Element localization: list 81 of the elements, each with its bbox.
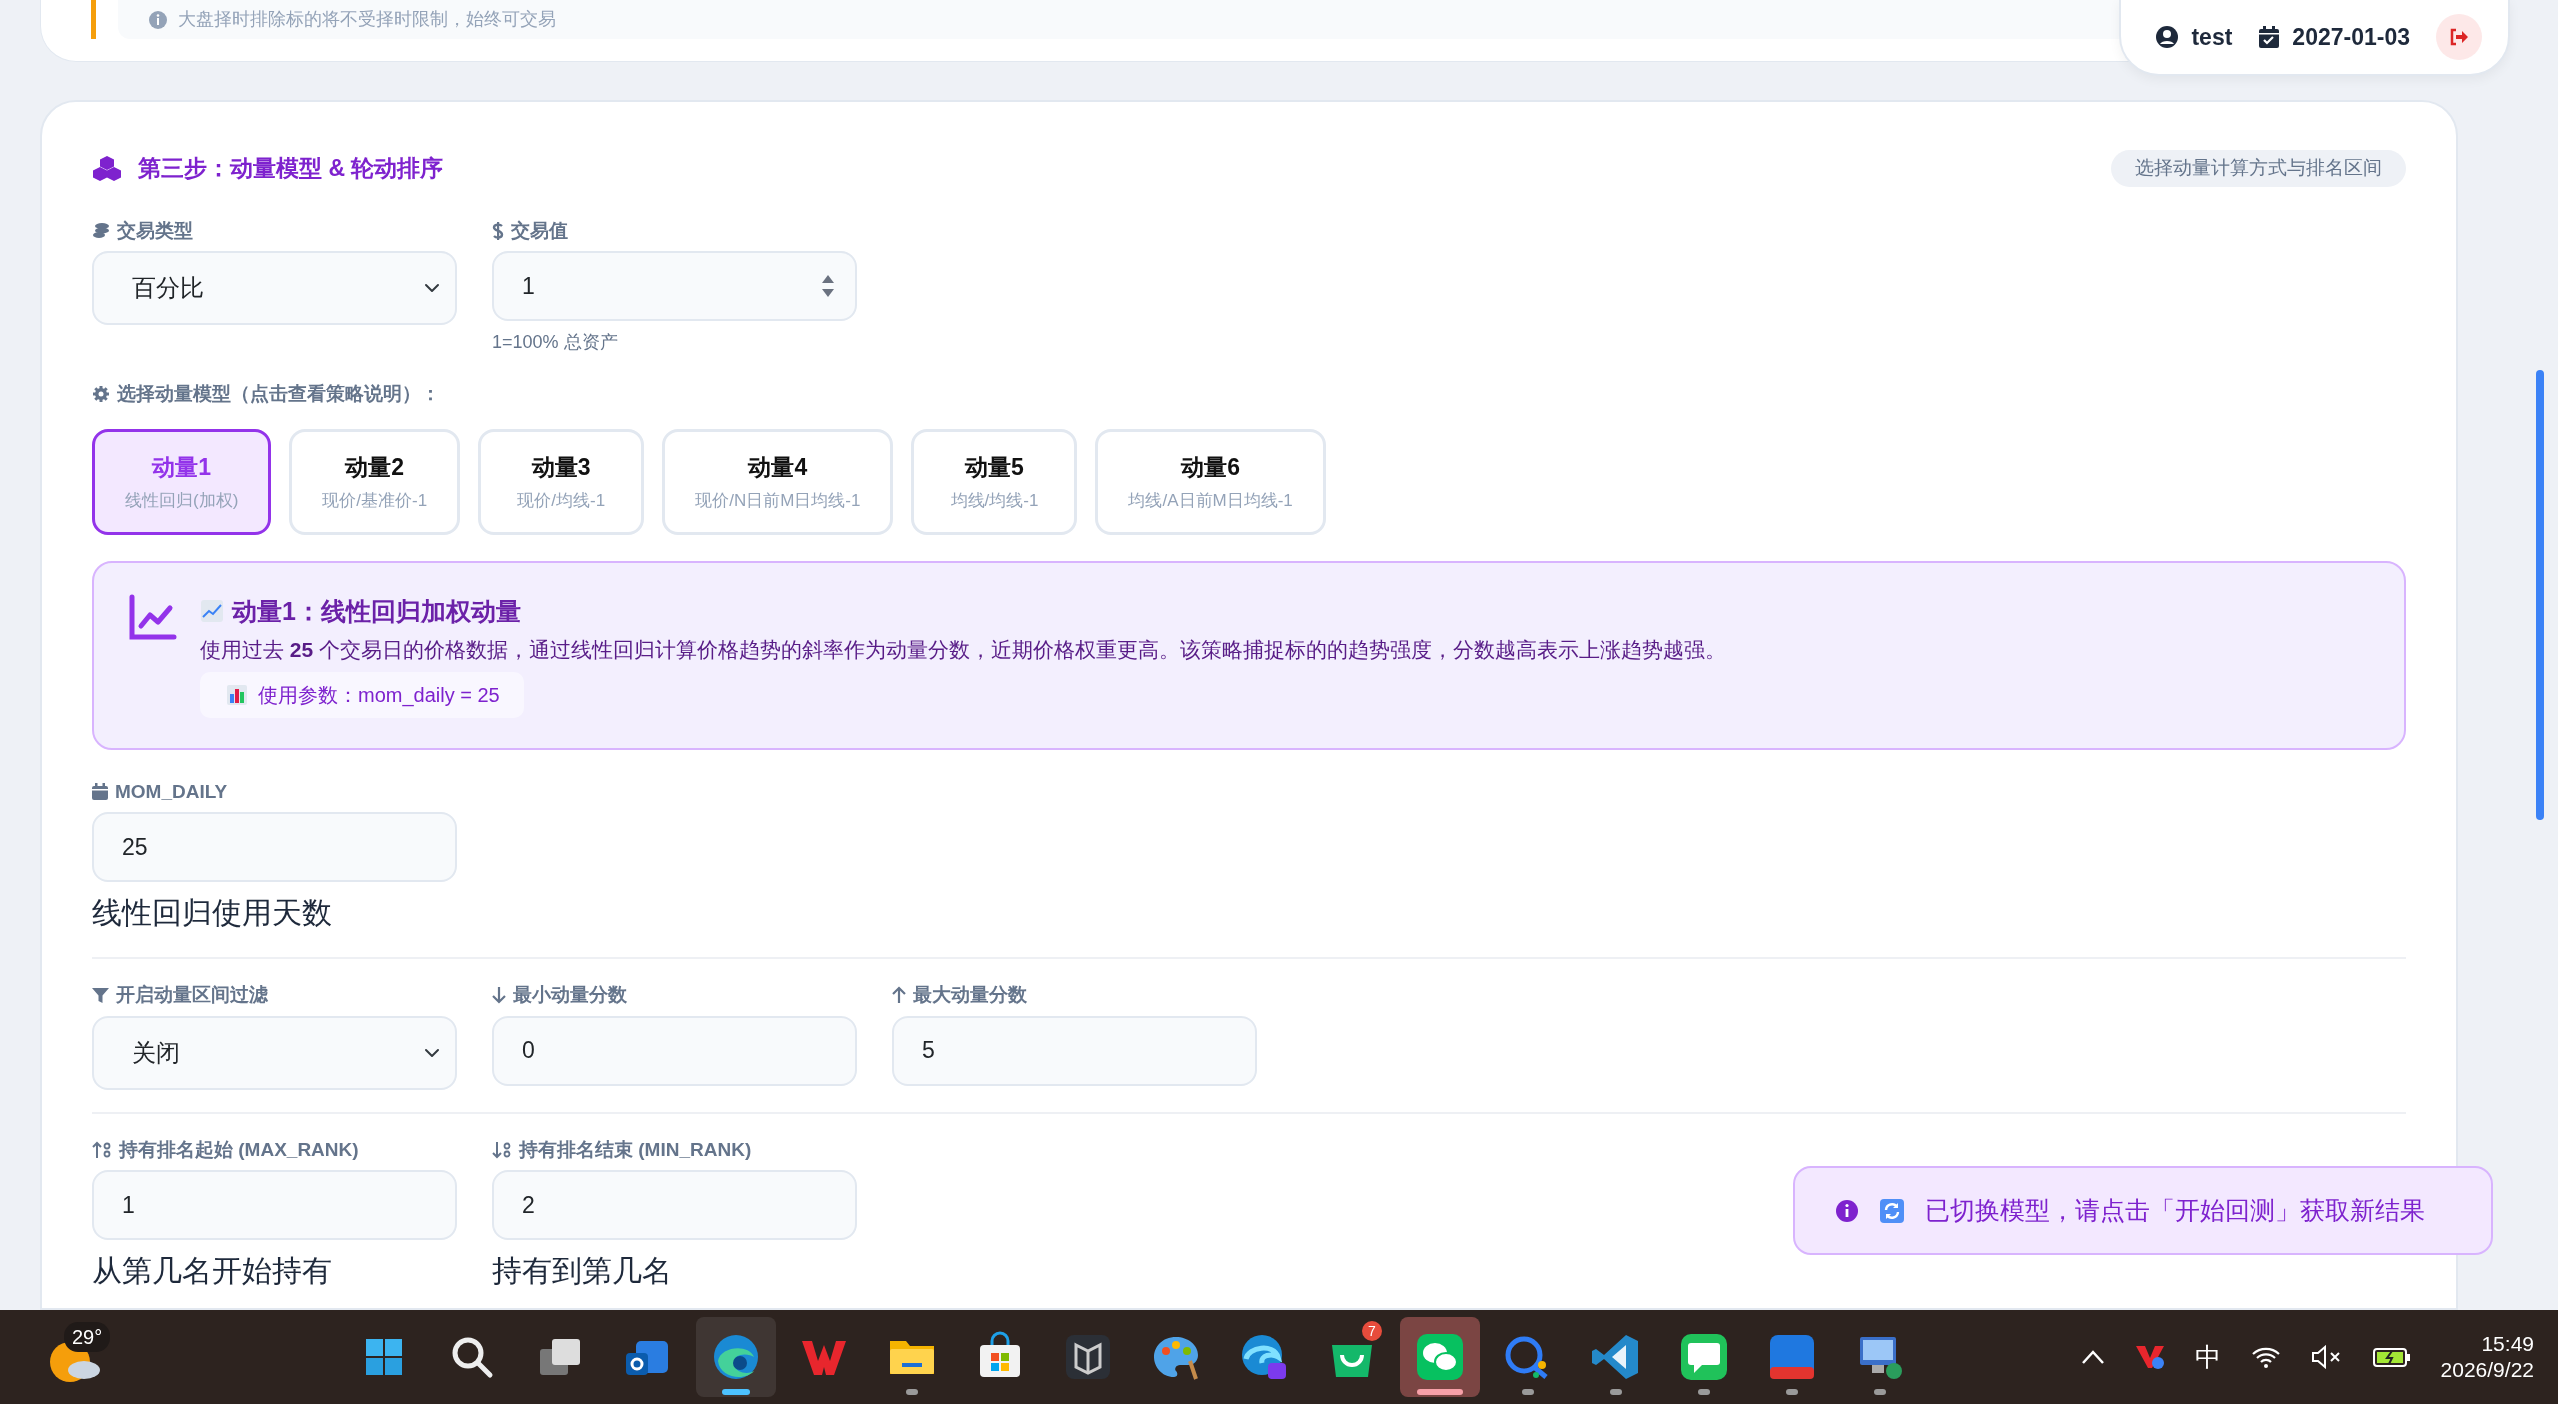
- temperature: 29°: [64, 1322, 111, 1352]
- help-text: 线性回归使用天数: [92, 895, 333, 931]
- sort-up-icon: [92, 1140, 112, 1159]
- chevron-up-icon[interactable]: [2080, 1349, 2105, 1365]
- model-button[interactable]: 动量4 现价/N日前M日均线-1: [662, 428, 894, 535]
- app-indicator: [1874, 1389, 1886, 1395]
- param-text: 使用参数：mom_daily = 25: [258, 682, 500, 709]
- input-field[interactable]: 25: [92, 812, 457, 882]
- wifi-icon[interactable]: [2250, 1345, 2281, 1369]
- field-label: 开启动量区间过滤: [116, 983, 268, 1007]
- app-indicator: [1522, 1389, 1534, 1395]
- current-date: 2027-01-03: [2292, 22, 2410, 52]
- input-method-indicator[interactable]: 中: [2194, 1337, 2221, 1377]
- logout-button[interactable]: [2436, 14, 2482, 60]
- scrollbar-thumb[interactable]: [2536, 370, 2544, 820]
- dollar-icon: [492, 220, 504, 241]
- logout-icon: [2449, 28, 2469, 46]
- input-field[interactable]: 0: [492, 1015, 857, 1086]
- field-label: 交易类型: [117, 218, 193, 243]
- toast-message: 已切换模型，请点击「开始回测」获取新结果: [1925, 1194, 2425, 1226]
- spinner-icon[interactable]: [821, 273, 835, 299]
- refresh-icon: [1879, 1197, 1905, 1224]
- app-indicator: [722, 1389, 750, 1395]
- notice-text: 大盘择时排除标的将不受择时限制，始终可交易: [178, 8, 556, 31]
- chat-app-icon[interactable]: [1414, 1331, 1466, 1383]
- section-title: 第三步：动量模型 & 轮动排序: [138, 154, 444, 183]
- model-title: 动量1：线性回归加权动量: [232, 595, 521, 627]
- select-field[interactable]: 关闭: [92, 1015, 457, 1090]
- app-indicator: [1417, 1389, 1463, 1395]
- notification-badge: 7: [1362, 1321, 1382, 1341]
- calendar-icon: [92, 783, 108, 801]
- field-label: MOM_DAILY: [115, 779, 228, 804]
- line-chart-icon: [128, 592, 178, 643]
- model-button[interactable]: 动量6 均线/A日前M日均线-1: [1095, 428, 1326, 535]
- app-indicator: [906, 1389, 918, 1395]
- taskbar-button[interactable]: [1400, 1317, 1480, 1397]
- input-field[interactable]: 2: [492, 1170, 857, 1240]
- taskbar-button[interactable]: 7: [1312, 1317, 1392, 1397]
- model-button[interactable]: 动量3 现价/均线-1: [478, 428, 645, 535]
- number-field[interactable]: 1: [492, 251, 857, 321]
- help-text: 从第几名开始持有: [92, 1253, 333, 1289]
- help-text: 1=100% 总资产: [492, 331, 619, 354]
- field-label: 最小动量分数: [513, 983, 627, 1007]
- clock[interactable]: 15:49 2026/9/22: [2440, 1330, 2534, 1384]
- model-description: 使用过去 25 个交易日的价格数据，通过线性回归计算价格趋势的斜率作为动量分数，近期价格权重更高。该策略捕捉标的的趋势强度，分数越高表示上涨趋势越强。: [200, 637, 1727, 663]
- help-text: 持有到第几名: [492, 1253, 673, 1289]
- arrow-up-icon: [892, 986, 906, 1005]
- info-icon: [1835, 1198, 1859, 1223]
- accent-bar: [91, 0, 96, 39]
- gear-icon: [92, 385, 110, 404]
- cubes-icon: [92, 155, 122, 182]
- app-indicator: [1610, 1389, 1622, 1395]
- model-button[interactable]: 动量2 现价/基准价-1: [289, 428, 461, 535]
- user-name: test: [2191, 22, 2233, 52]
- calendar-icon: [2258, 25, 2281, 49]
- select-field[interactable]: 百分比: [92, 251, 457, 325]
- field-label: 持有排名起始 (MAX_RANK): [119, 1137, 359, 1162]
- user-icon: [2155, 25, 2180, 49]
- coins-icon: [92, 221, 110, 240]
- app-indicator: [1698, 1389, 1710, 1395]
- message-app-icon[interactable]: [1678, 1331, 1730, 1383]
- field-label: 选择动量模型（点击查看策略说明）：: [117, 382, 440, 406]
- bar-chart-icon: [226, 683, 248, 706]
- tray-app-icon[interactable]: [2134, 1344, 2165, 1370]
- taskbar-button[interactable]: [696, 1317, 776, 1397]
- trend-chart-icon: [200, 599, 224, 624]
- muted-speaker-icon[interactable]: [2310, 1345, 2343, 1369]
- filter-icon: [92, 986, 109, 1004]
- input-field[interactable]: 1: [92, 1170, 457, 1240]
- input-field[interactable]: 5: [892, 1015, 1257, 1086]
- sort-down-icon: [492, 1140, 512, 1159]
- info-icon: [148, 9, 168, 30]
- field-label: 最大动量分数: [913, 983, 1027, 1007]
- model-button[interactable]: 动量5 均线/均线-1: [911, 428, 1078, 535]
- field-label: 持有排名结束 (MIN_RANK): [519, 1137, 752, 1162]
- arrow-down-icon: [492, 986, 506, 1005]
- app-indicator: [1786, 1389, 1798, 1395]
- battery-icon[interactable]: [2372, 1345, 2411, 1369]
- field-label: 交易值: [511, 218, 568, 243]
- section-badge: 选择动量计算方式与排名区间: [2111, 150, 2406, 187]
- model-button[interactable]: 动量1 线性回归(加权): [92, 428, 272, 535]
